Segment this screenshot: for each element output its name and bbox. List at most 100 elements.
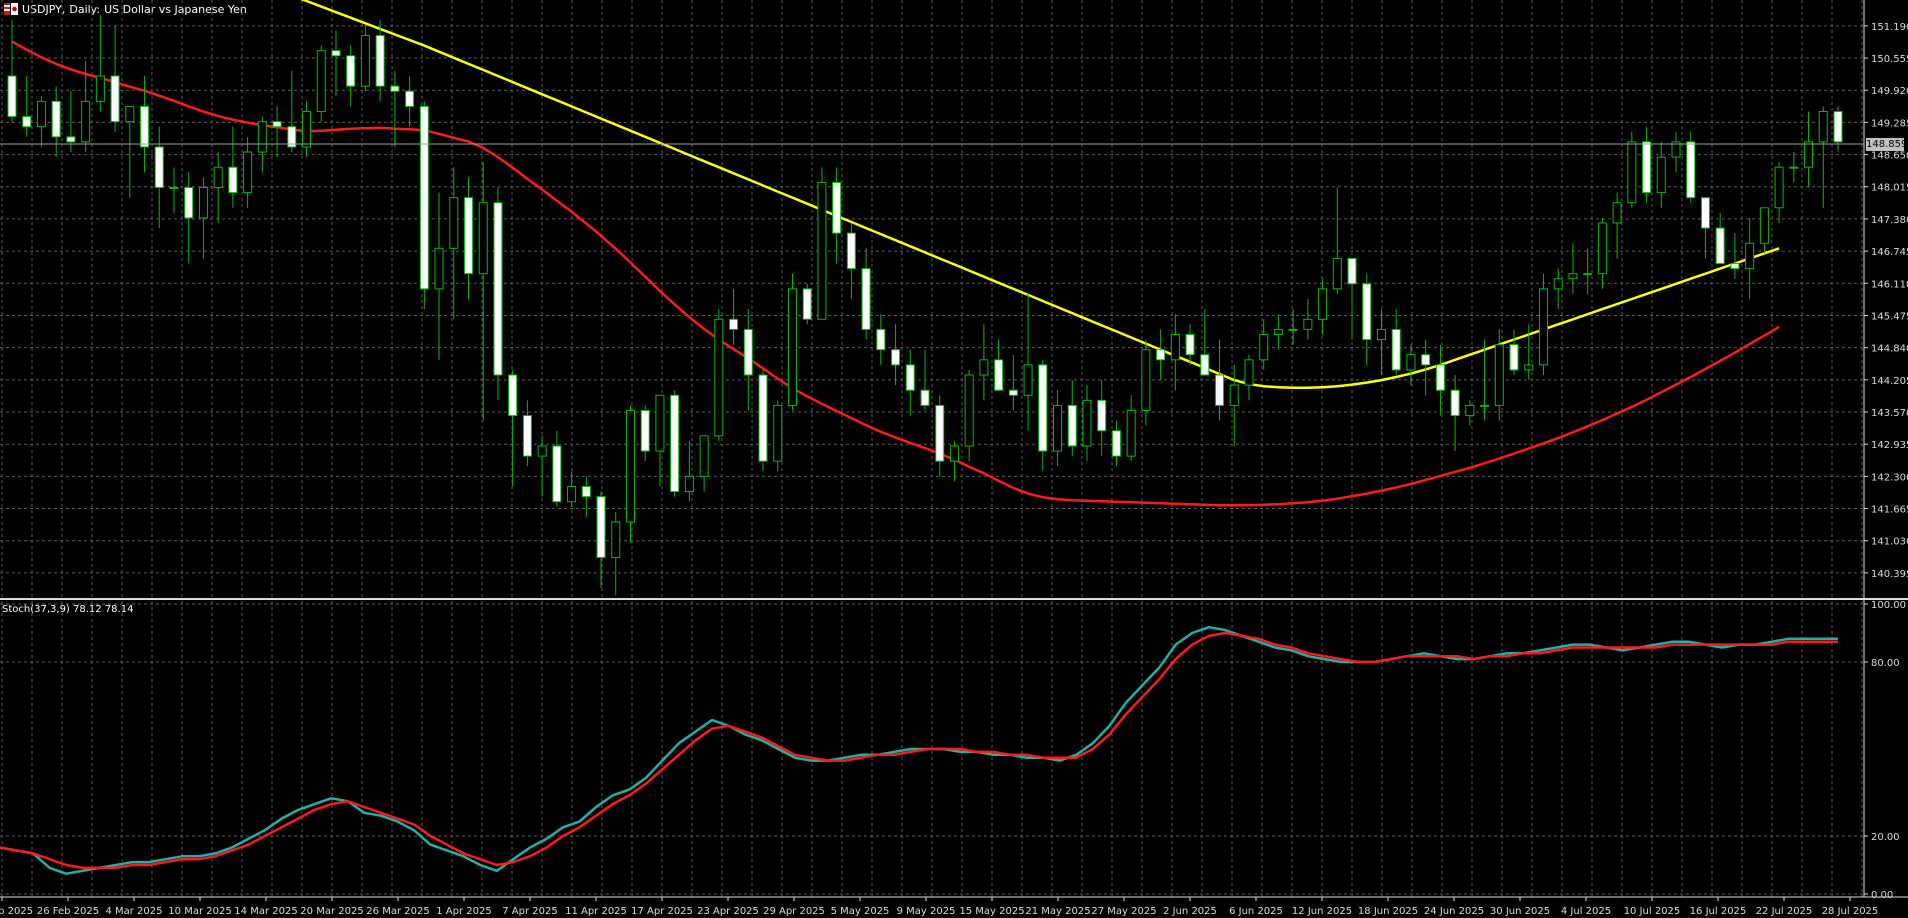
candle	[198, 177, 208, 259]
bull-candle-body	[1023, 364, 1033, 396]
candle	[243, 136, 253, 208]
bull-candle-body	[1745, 242, 1755, 270]
bull-candle-body	[1126, 409, 1136, 457]
bear-candle-body	[1715, 227, 1725, 265]
date-tick-label: 18 Jun 2025	[1358, 906, 1418, 917]
price-tick-label: 147.380	[1871, 215, 1908, 226]
bull-candle-body	[1303, 318, 1313, 330]
bull-candle-body	[81, 100, 91, 143]
candle	[537, 435, 547, 497]
bear-candle-body	[1833, 110, 1843, 143]
candle	[905, 349, 915, 416]
price-chart[interactable]: 151.190 150.555 149.920 149.285 148.650 148.0…	[0, 0, 1908, 918]
candle	[1141, 339, 1151, 426]
candle	[405, 76, 415, 127]
bear-candle-body	[419, 105, 429, 290]
candle	[1008, 354, 1018, 411]
candle	[1774, 162, 1784, 223]
bear-candle-body	[7, 75, 17, 118]
candle	[22, 76, 32, 137]
price-tick-label: 142.935	[1871, 440, 1908, 451]
candle	[331, 30, 341, 97]
bear-candle-body	[375, 34, 385, 87]
bear-candle-body	[1156, 349, 1166, 361]
candle	[1818, 106, 1828, 208]
candle	[1023, 293, 1033, 431]
bear-candle-body	[228, 166, 238, 194]
candle	[508, 369, 518, 487]
candle	[817, 167, 827, 320]
bear-candle-body	[1450, 389, 1460, 417]
bear-candle-body	[331, 50, 341, 57]
price-tick-label: 148.015	[1871, 183, 1908, 194]
bull-candle-body	[1789, 166, 1799, 169]
candle	[316, 45, 326, 122]
bear-candle-body	[846, 232, 856, 270]
stoch-tick-label: 80.00	[1871, 658, 1900, 669]
candle	[596, 491, 606, 588]
candle	[360, 25, 370, 92]
date-tick-label: 15 May 2025	[959, 906, 1024, 917]
date-tick-label: 7 Apr 2025	[502, 906, 557, 917]
price-tick-label: 141.030	[1871, 537, 1908, 548]
bull-candle-body	[1804, 141, 1814, 168]
candle	[699, 435, 709, 492]
bull-candle-body	[257, 121, 267, 153]
bull-candle-body	[316, 50, 326, 112]
bull-candle-body	[1568, 273, 1578, 280]
candle	[1126, 395, 1136, 462]
candle	[1745, 217, 1755, 299]
candle	[184, 172, 194, 264]
bear-candle-body	[508, 374, 518, 417]
bear-candle-body	[1362, 283, 1372, 341]
bull-candle-body	[1082, 399, 1092, 447]
bull-candle-body	[213, 166, 223, 189]
bear-candle-body	[994, 359, 1004, 391]
bull-candle-body	[1627, 141, 1637, 204]
chart-window[interactable]: USDJPY, Daily: US Dollar vs Japanese Yen…	[0, 0, 1908, 918]
candle	[552, 430, 562, 507]
bear-candle-body	[743, 328, 753, 376]
bear-candle-body	[1347, 257, 1357, 285]
date-tick-label: 27 May 2025	[1091, 906, 1156, 917]
candle	[1347, 257, 1357, 340]
bull-candle-body	[478, 202, 488, 275]
date-tick-label: 5 May 2025	[831, 906, 890, 917]
bear-candle-body	[1038, 364, 1048, 452]
bear-candle-body	[832, 181, 842, 234]
bull-candle-body	[1480, 404, 1490, 407]
candle	[1288, 309, 1298, 345]
candle	[1377, 309, 1386, 376]
candle	[1170, 314, 1180, 391]
bear-candle-body	[758, 374, 768, 462]
bear-candle-body	[935, 404, 945, 462]
bull-candle-body	[243, 151, 253, 194]
bull-candle-body	[1170, 333, 1180, 361]
date-tick-label: 26 Mar 2025	[366, 906, 429, 917]
candle	[464, 177, 473, 299]
candle	[1759, 207, 1769, 254]
stoch-tick-label: 20.00	[1871, 832, 1900, 843]
candle	[95, 15, 105, 112]
candle	[1538, 273, 1548, 376]
bull-candle-body	[1053, 404, 1063, 452]
candle	[1111, 420, 1121, 467]
price-tick-label: 144.205	[1871, 376, 1908, 387]
bull-candle-body	[1318, 288, 1328, 320]
candle	[36, 96, 46, 147]
candle	[302, 101, 312, 158]
candle	[287, 70, 297, 153]
bear-candle-body	[1435, 364, 1445, 391]
bull-candle-body	[198, 187, 208, 219]
bull-candle-body	[302, 110, 312, 148]
bull-candle-body	[449, 197, 459, 249]
date-tick-label: 14 Mar 2025	[234, 906, 297, 917]
candle	[434, 192, 444, 360]
candle	[787, 273, 797, 411]
candle	[743, 309, 753, 411]
date-tick-label: 4 Jul 2025	[1561, 906, 1611, 917]
candle	[1700, 197, 1710, 259]
bear-candle-body	[802, 288, 812, 320]
candle	[1583, 248, 1593, 294]
date-tick-label: 2 Jun 2025	[1163, 906, 1217, 917]
